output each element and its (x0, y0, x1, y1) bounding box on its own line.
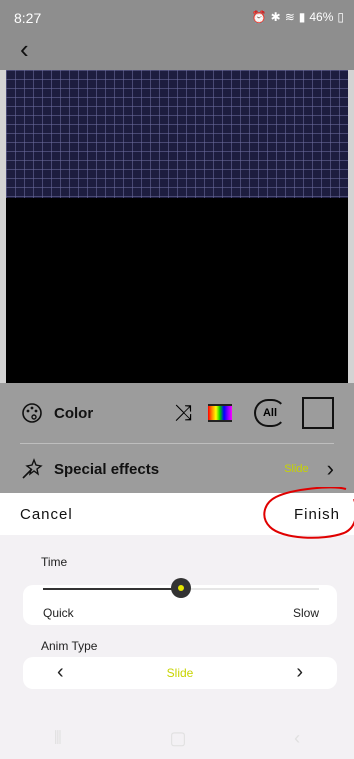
rainbow-color-icon[interactable] (208, 404, 232, 422)
status-bar: 8:27 ⏰ ✱ ≋ ▮ 46% ▯ (0, 0, 354, 30)
palette-icon (20, 401, 44, 425)
speed-slider-handle[interactable] (171, 578, 191, 598)
wifi-icon: ≋ (284, 10, 295, 24)
recent-apps-icon[interactable]: ⦀ (54, 728, 62, 749)
nav-bar: ⦀ ▢ ‹ (0, 718, 354, 759)
speed-slider-fill (43, 588, 181, 590)
effects-bottom-sheet: Cancel Finish Time Quick Slow Anim Type … (0, 487, 354, 759)
alarm-icon: ⏰ (251, 10, 267, 24)
sheet-header: Cancel Finish (0, 487, 354, 539)
battery-level: 46% (309, 10, 334, 24)
home-icon[interactable]: ▢ (169, 728, 186, 749)
color-label: Color (54, 404, 94, 422)
bluetooth-icon: ✱ (270, 10, 281, 24)
top-bar: ‹ (0, 30, 354, 70)
led-grid-preview (6, 70, 348, 198)
status-icons: ⏰ ✱ ≋ ▮ 46% ▯ (252, 10, 344, 24)
slow-label: Slow (292, 606, 319, 620)
back-nav-icon[interactable]: ‹ (294, 728, 300, 749)
signal-icon: ▮ (298, 10, 306, 24)
effect-value: Slide (284, 463, 309, 475)
cancel-button[interactable]: Cancel (20, 506, 73, 523)
color-row[interactable]: Color ⤨ All (20, 388, 334, 438)
status-time: 8:27 (14, 10, 42, 26)
shuffle-icon[interactable]: ⤨ (174, 400, 192, 426)
time-card: Quick Slow (23, 578, 337, 625)
magic-wand-icon (20, 457, 44, 481)
anim-type-label: Anim Type (41, 639, 98, 653)
chevron-right-icon[interactable]: › (327, 456, 334, 482)
back-icon[interactable]: ‹ (20, 36, 29, 62)
quick-label: Quick (43, 606, 74, 620)
time-label: Time (41, 555, 68, 569)
preview-area (6, 198, 348, 383)
all-colors-button[interactable]: All (254, 399, 286, 427)
battery-icon: ▯ (337, 10, 344, 24)
special-effects-label: Special effects (54, 460, 160, 478)
anim-type-selector: ‹ Slide › (23, 657, 337, 689)
color-swatch-button[interactable] (302, 397, 334, 429)
settings-panel: Color ⤨ All Special effects Slide › (0, 383, 354, 493)
anim-type-value: Slide (166, 666, 194, 680)
speed-slider-track[interactable] (43, 578, 319, 598)
annotation-circle (263, 487, 354, 539)
next-anim-icon[interactable]: › (296, 661, 303, 684)
